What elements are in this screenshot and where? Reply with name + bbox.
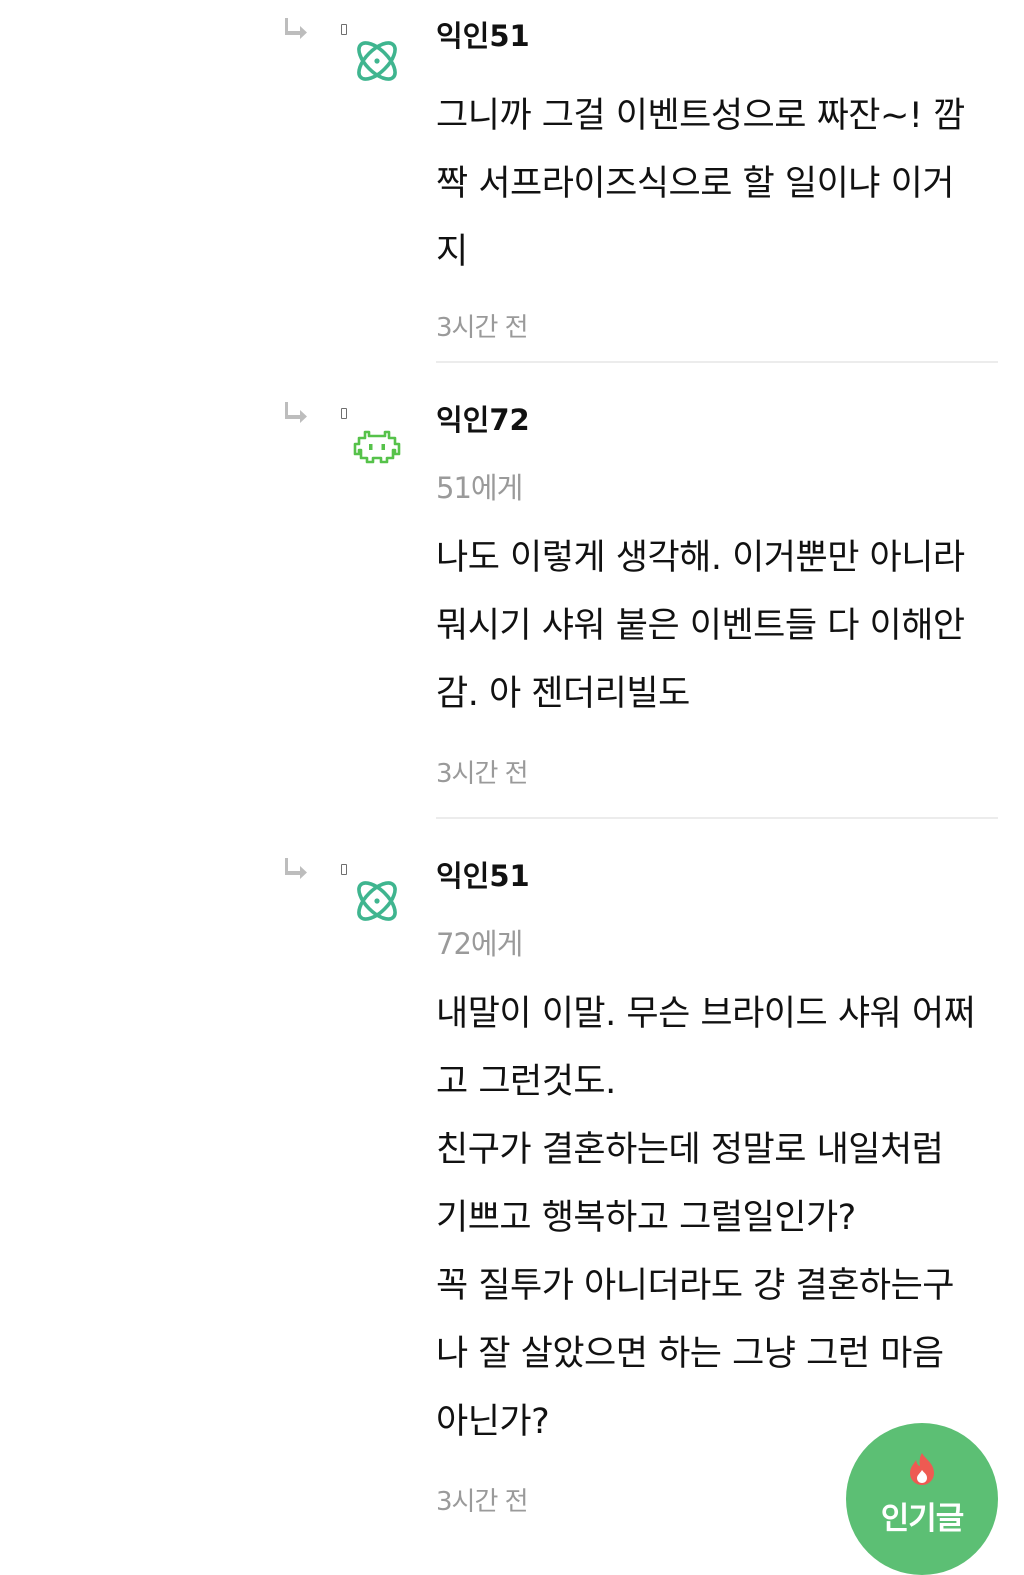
placeholder-mark-icon bbox=[341, 408, 347, 419]
comment-body: 나도 이렇게 생각해. 이거뿐만 아니라 뭐시기 샤워 붙은 이벤트들 다 이해… bbox=[436, 524, 1006, 728]
comment-divider bbox=[436, 817, 998, 819]
comment-body-line: 뭐시기 샤워 붙은 이벤트들 다 이해안 bbox=[436, 606, 965, 646]
placeholder-mark-icon bbox=[341, 24, 347, 35]
reply-arrow-icon bbox=[285, 858, 307, 879]
popular-posts-button[interactable]: 인기글 bbox=[846, 1423, 998, 1575]
flame-icon bbox=[910, 1453, 934, 1485]
comment-body: 그니까 그걸 이벤트성으로 짜잔~! 깜 짝 서프라이즈식으로 할 일이냐 이거… bbox=[436, 82, 1006, 286]
reply-target: 72에게 bbox=[436, 927, 523, 961]
atom-icon bbox=[357, 881, 397, 921]
placeholder-mark-icon bbox=[341, 864, 347, 875]
comment-body-line: 기쁘고 행복하고 그럴일인가? bbox=[436, 1198, 856, 1238]
comment-body-line: 꼭 질투가 아니더라도 걍 결혼하는구 bbox=[436, 1266, 955, 1306]
reply-target: 51에게 bbox=[436, 471, 523, 505]
comment-body-line: 고 그런것도. bbox=[436, 1062, 616, 1102]
comment-body-line: 짝 서프라이즈식으로 할 일이냐 이거 bbox=[436, 164, 955, 204]
reply-arrow-icon bbox=[285, 18, 307, 39]
comment-body-line: 감. 아 젠더리빌도 bbox=[436, 674, 690, 714]
comment-body-line: 나 잘 살았으면 하는 그냥 그런 마음 bbox=[436, 1334, 944, 1374]
comment-timestamp: 3시간 전 bbox=[436, 313, 529, 343]
comment-author[interactable]: 익인51 bbox=[436, 856, 1006, 896]
comment-divider bbox=[436, 361, 998, 363]
comment-timestamp: 3시간 전 bbox=[436, 759, 529, 789]
reply-arrow-icon bbox=[285, 402, 307, 423]
comment-body-line: 친구가 결혼하는데 정말로 내일처럼 bbox=[436, 1130, 944, 1170]
comment-body-line: 그니까 그걸 이벤트성으로 짜잔~! 깜 bbox=[436, 96, 965, 136]
popular-posts-label: 인기글 bbox=[880, 1501, 965, 1537]
space-invader-icon bbox=[353, 430, 401, 464]
comment-author[interactable]: 익인72 bbox=[436, 400, 1006, 440]
comment-body-line: 나도 이렇게 생각해. 이거뿐만 아니라 bbox=[436, 538, 965, 578]
comment-body-line: 지 bbox=[436, 232, 468, 272]
comment-body: 내말이 이말. 무슨 브라이드 샤워 어쩌 고 그런것도. 친구가 결혼하는데 … bbox=[436, 980, 1006, 1456]
atom-icon bbox=[357, 41, 397, 81]
comment-body-line: 내말이 이말. 무슨 브라이드 샤워 어쩌 bbox=[436, 994, 976, 1034]
comment-author[interactable]: 익인51 bbox=[436, 16, 1006, 56]
